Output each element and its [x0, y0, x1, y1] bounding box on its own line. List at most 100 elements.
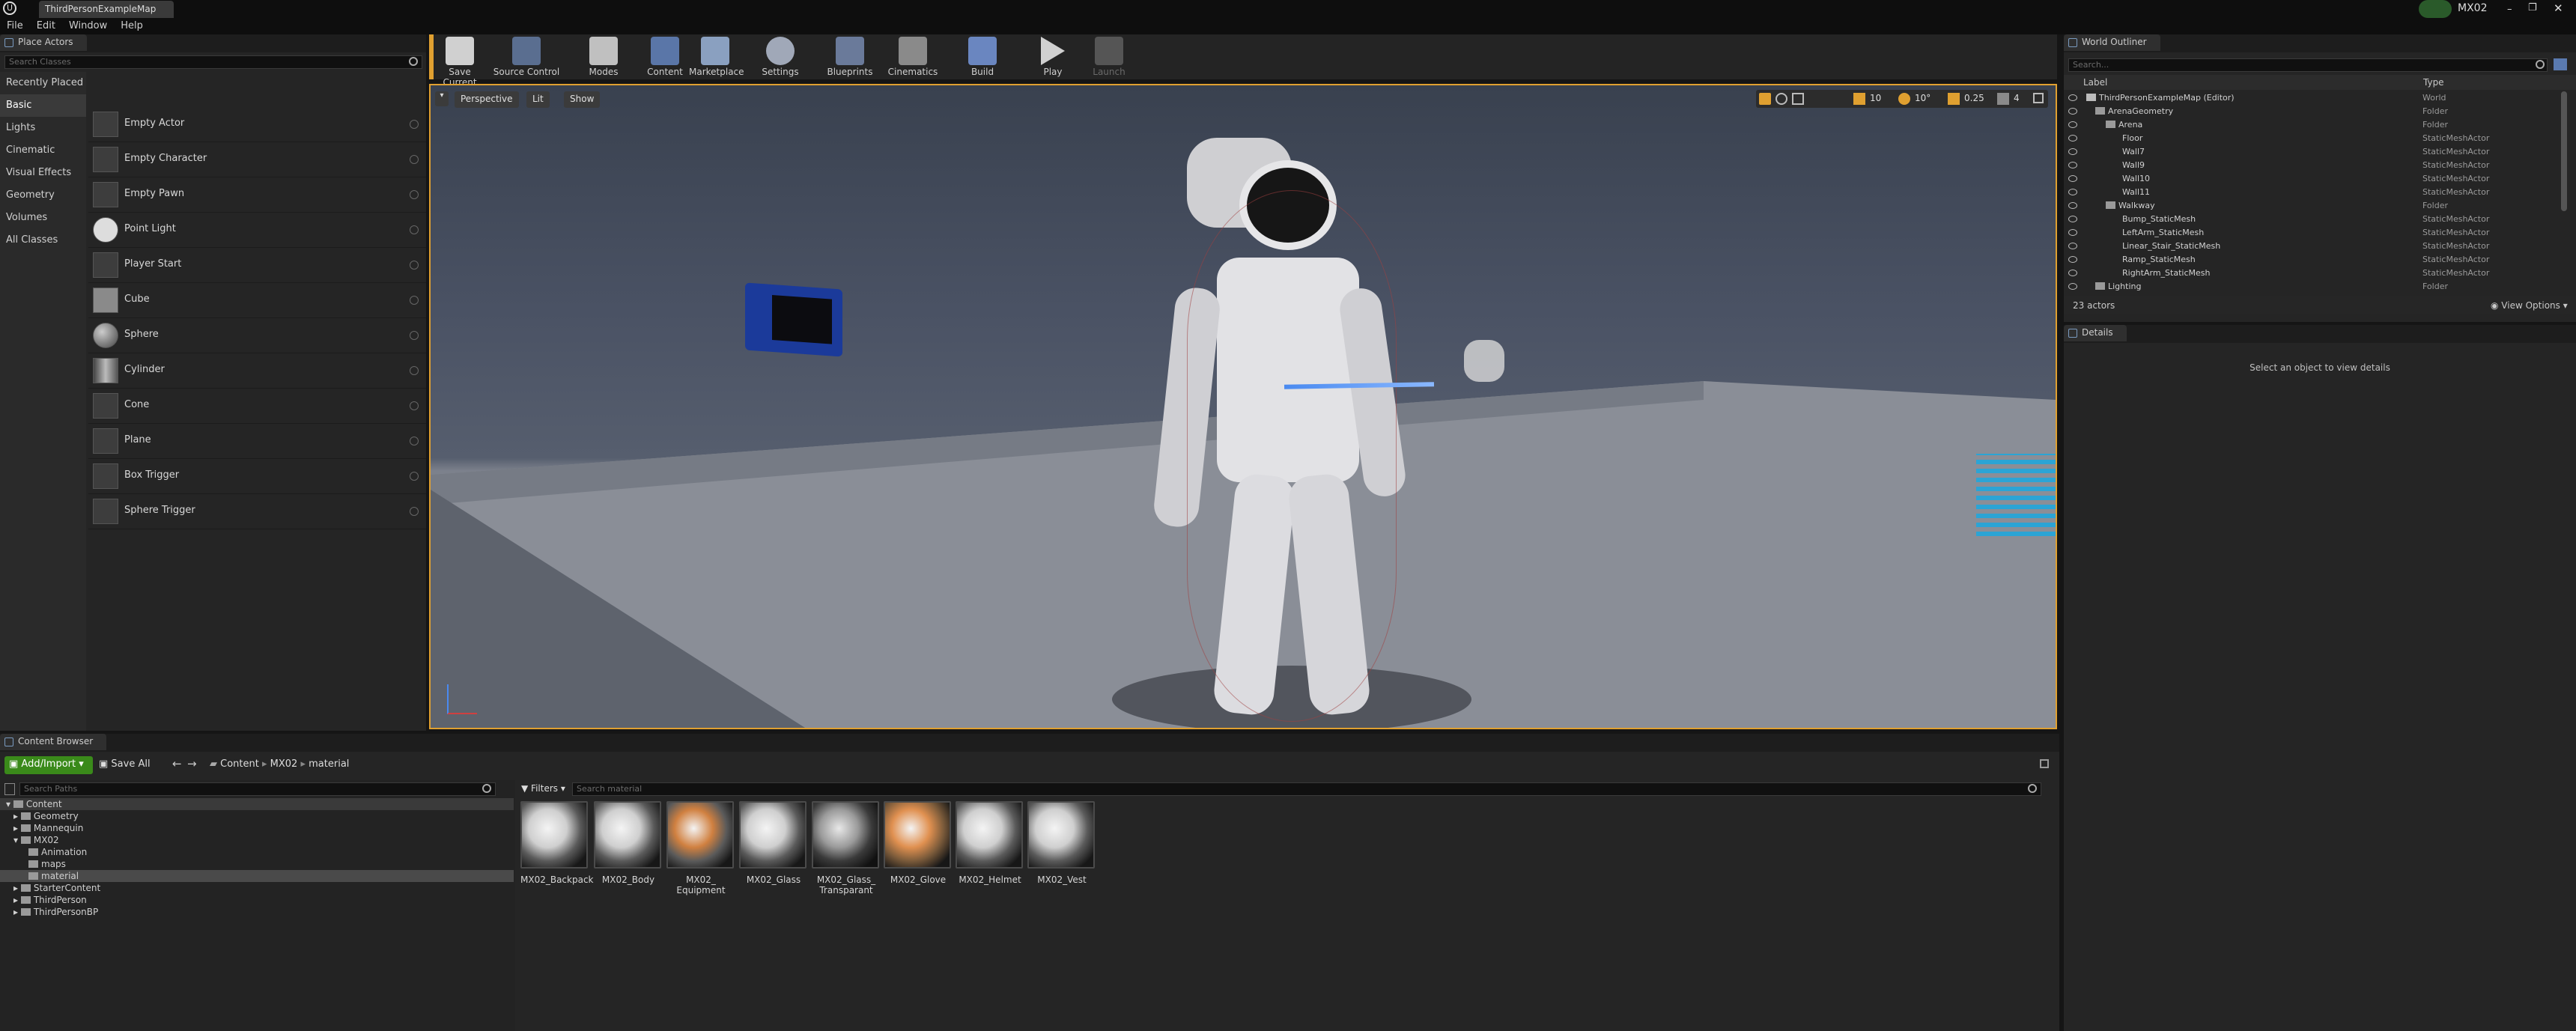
category-lights[interactable]: Lights: [0, 117, 86, 139]
eye-icon[interactable]: [2068, 243, 2077, 249]
launch-button[interactable]: Launch: [1087, 34, 1131, 78]
rotation-snap-value[interactable]: 10°: [1915, 93, 1931, 103]
info-icon[interactable]: [410, 401, 419, 410]
astronaut-character[interactable]: [1142, 115, 1442, 728]
viewport-menu-button[interactable]: ▾: [435, 91, 449, 106]
eye-icon[interactable]: [2068, 94, 2077, 101]
view-options-button[interactable]: ◉ View Options ▾: [2491, 300, 2568, 311]
eye-icon[interactable]: [2068, 229, 2077, 236]
category-geometry[interactable]: Geometry: [0, 184, 86, 207]
asset-tile[interactable]: MX02_Helmet: [956, 801, 1024, 885]
build-button[interactable]: Build: [962, 34, 1003, 78]
outliner-row[interactable]: Bump_StaticMesh StaticMeshActor: [2064, 213, 2570, 226]
search-assets-input[interactable]: Search material: [572, 782, 2041, 796]
info-icon[interactable]: [410, 190, 419, 199]
grid-snap-icon[interactable]: [1853, 93, 1865, 105]
outliner-row[interactable]: LeftArm_StaticMesh StaticMeshActor: [2064, 226, 2570, 240]
asset-tile[interactable]: MX02_Body: [594, 801, 663, 885]
info-icon[interactable]: [410, 507, 419, 516]
camera-speed-value[interactable]: 4: [2014, 93, 2020, 103]
eye-icon[interactable]: [2068, 135, 2077, 142]
eye-icon[interactable]: [2068, 162, 2077, 168]
maximize-viewport-icon[interactable]: [2033, 93, 2044, 103]
blueprints-button[interactable]: Blueprints: [822, 34, 878, 78]
settings-button[interactable]: Settings: [758, 34, 803, 78]
marketplace-button[interactable]: Marketplace: [689, 34, 744, 78]
actor-item[interactable]: Empty Actor: [88, 107, 426, 142]
camera-speed-icon[interactable]: [1997, 93, 2009, 105]
menu-help[interactable]: Help: [114, 18, 150, 34]
info-icon[interactable]: [410, 296, 419, 305]
document-tab[interactable]: ThirdPersonExampleMap: [39, 1, 174, 18]
save-current-button[interactable]: Save Current: [433, 34, 487, 88]
outliner-row[interactable]: Walkway Folder: [2064, 199, 2570, 213]
add-import-button[interactable]: ▣ Add/Import ▾: [4, 756, 93, 774]
tab-world-outliner[interactable]: World Outliner: [2064, 34, 2160, 51]
menu-file[interactable]: File: [0, 18, 30, 34]
eye-icon[interactable]: [2068, 283, 2077, 290]
breadcrumb-item[interactable]: MX02: [270, 758, 298, 770]
outliner-row[interactable]: ThirdPersonExampleMap (Editor) World: [2064, 91, 2570, 105]
outliner-row[interactable]: RightArm_StaticMesh StaticMeshActor: [2064, 267, 2570, 280]
forward-icon[interactable]: →: [187, 757, 197, 770]
category-volumes[interactable]: Volumes: [0, 207, 86, 229]
lit-button[interactable]: Lit: [526, 91, 550, 108]
tab-content-browser[interactable]: Content Browser: [0, 734, 107, 750]
outliner-row[interactable]: Arena Folder: [2064, 118, 2570, 132]
tree-item[interactable]: ▸ ThirdPersonBP: [0, 906, 514, 918]
save-all-button[interactable]: ▣ Save All: [99, 758, 151, 770]
asset-tile[interactable]: MX02_Backpack: [520, 801, 594, 885]
info-icon[interactable]: [410, 120, 419, 129]
scale-snap-icon[interactable]: [1948, 93, 1960, 105]
info-icon[interactable]: [410, 225, 419, 234]
eye-icon[interactable]: [2068, 108, 2077, 115]
search-paths-input[interactable]: Search Paths: [19, 782, 496, 796]
column-type[interactable]: Type: [2423, 77, 2444, 88]
outliner-row[interactable]: Linear_Stair_StaticMesh StaticMeshActor: [2064, 240, 2570, 253]
camera-actor[interactable]: [745, 282, 842, 357]
menu-window[interactable]: Window: [62, 18, 114, 34]
tab-details[interactable]: Details: [2064, 325, 2127, 341]
asset-tile[interactable]: MX02_Glass_ Transparant: [812, 801, 881, 895]
add-folder-icon[interactable]: [2554, 58, 2567, 70]
maximize-icon[interactable]: ❐: [2528, 2, 2537, 13]
eye-icon[interactable]: [2068, 202, 2077, 209]
scale-snap-value[interactable]: 0.25: [1964, 93, 1984, 103]
transform-icon[interactable]: [1759, 93, 1771, 105]
eye-icon[interactable]: [2068, 216, 2077, 222]
breadcrumb-item[interactable]: material: [309, 758, 349, 770]
content-button[interactable]: Content: [643, 34, 687, 78]
actor-item[interactable]: Box Trigger: [88, 459, 426, 494]
asset-tile[interactable]: MX02_ Equipment: [666, 801, 735, 895]
close-icon[interactable]: ✕: [2554, 1, 2563, 15]
outliner-row[interactable]: Wall9 StaticMeshActor: [2064, 159, 2570, 172]
tree-item[interactable]: ▸ Mannequin: [0, 822, 514, 834]
actor-item[interactable]: Cube: [88, 283, 426, 318]
outliner-row[interactable]: Lighting Folder: [2064, 280, 2570, 294]
info-icon[interactable]: [410, 472, 419, 481]
cinematics-button[interactable]: Cinematics: [884, 34, 942, 78]
tab-place-actors[interactable]: Place Actors: [0, 34, 87, 51]
actor-item[interactable]: Cylinder: [88, 353, 426, 389]
asset-tile[interactable]: MX02_Vest: [1027, 801, 1096, 885]
modes-button[interactable]: Modes: [581, 34, 626, 78]
info-icon[interactable]: [410, 155, 419, 164]
category-visual-effects[interactable]: Visual Effects: [0, 162, 86, 184]
outliner-row[interactable]: Wall11 StaticMeshActor: [2064, 186, 2570, 199]
outliner-row[interactable]: Wall7 StaticMeshActor: [2064, 145, 2570, 159]
menu-edit[interactable]: Edit: [30, 18, 62, 34]
tree-item[interactable]: Animation: [0, 846, 514, 858]
play-button[interactable]: Play: [1032, 34, 1074, 78]
tree-item[interactable]: maps: [0, 858, 514, 870]
sources-toggle-icon[interactable]: [4, 783, 15, 795]
outliner-row[interactable]: Ramp_StaticMesh StaticMeshActor: [2064, 253, 2570, 267]
outliner-row[interactable]: Wall10 StaticMeshActor: [2064, 172, 2570, 186]
grid-snap-value[interactable]: 10: [1870, 93, 1881, 103]
scale-icon[interactable]: [1792, 93, 1804, 105]
tree-item[interactable]: ▾ MX02: [0, 834, 514, 846]
player-start-icon[interactable]: [1464, 340, 1504, 382]
eye-icon[interactable]: [2068, 175, 2077, 182]
actor-item[interactable]: Player Start: [88, 248, 426, 283]
actor-item[interactable]: Cone: [88, 389, 426, 424]
category-all-classes[interactable]: All Classes: [0, 229, 86, 252]
